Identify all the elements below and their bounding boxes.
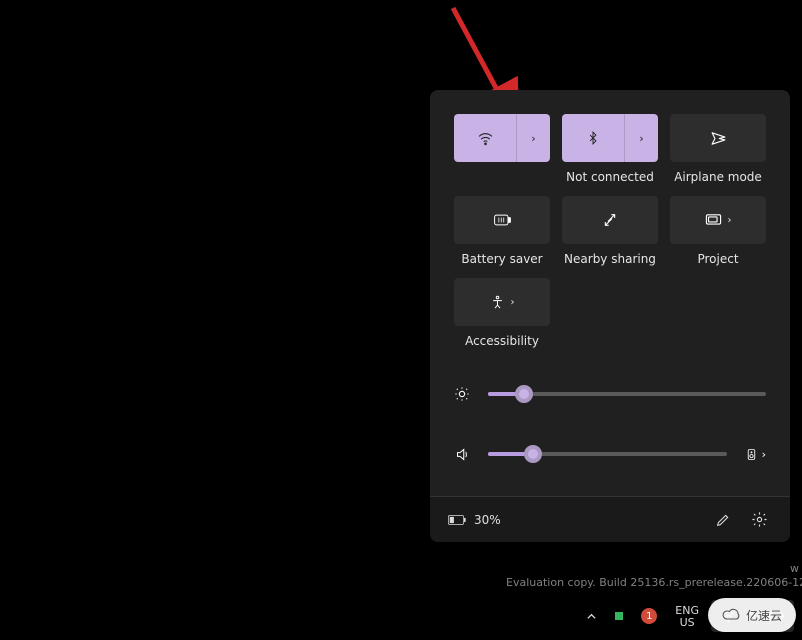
nearby-label: Nearby sharing	[564, 252, 656, 268]
chevron-right-icon: ›	[762, 448, 766, 461]
brightness-slider[interactable]	[488, 392, 766, 396]
tray-nvidia-icon[interactable]	[609, 600, 629, 632]
settings-button[interactable]	[746, 507, 772, 533]
accessibility-tile[interactable]: ›	[454, 278, 550, 326]
brightness-slider-row	[454, 376, 766, 412]
bluetooth-tile[interactable]: ›	[562, 114, 658, 162]
bluetooth-toggle[interactable]	[562, 130, 624, 146]
language-bottom: US	[680, 617, 695, 628]
bluetooth-label: Not connected	[566, 170, 654, 186]
airplane-label: Airplane mode	[674, 170, 762, 186]
tray-overflow-button[interactable]	[580, 600, 603, 632]
wifi-tile[interactable]: ›	[454, 114, 550, 162]
quick-settings-tiles: › › Not connected Airplane mode Battery save…	[454, 114, 766, 350]
bluetooth-icon	[586, 130, 600, 146]
watermark-text: 亿速云	[746, 607, 782, 624]
battery-status[interactable]: 30%	[448, 513, 501, 527]
project-label: Project	[697, 252, 738, 268]
volume-slider-row: ›	[454, 436, 766, 472]
accessibility-label: Accessibility	[465, 334, 539, 350]
chevron-right-icon: ›	[531, 132, 535, 145]
chevron-right-icon: ›	[511, 297, 515, 308]
project-tile[interactable]: ›	[670, 196, 766, 244]
battery-saver-label: Battery saver	[461, 252, 542, 268]
airplane-mode-tile[interactable]	[670, 114, 766, 162]
chevron-right-icon: ›	[728, 215, 732, 226]
quick-settings-panel: › › Not connected Airplane mode Battery save…	[430, 90, 790, 542]
wifi-icon	[477, 130, 494, 147]
language-button[interactable]: ENG US	[669, 600, 705, 632]
battery-icon	[448, 514, 466, 526]
quick-settings-footer: 30%	[430, 496, 790, 542]
battery-saver-tile[interactable]	[454, 196, 550, 244]
tray-security-icon[interactable]: 1	[635, 600, 663, 632]
wifi-expand-button[interactable]: ›	[516, 114, 550, 162]
volume-slider[interactable]	[488, 452, 727, 456]
chevron-right-icon: ›	[639, 132, 643, 145]
language-top: ENG	[675, 605, 699, 616]
gear-icon	[751, 511, 768, 528]
airplane-icon	[710, 130, 727, 147]
bluetooth-expand-button[interactable]: ›	[624, 114, 658, 162]
nearby-sharing-icon	[602, 212, 618, 228]
battery-saver-icon	[494, 213, 511, 227]
chevron-up-icon	[586, 611, 597, 622]
accessibility-icon	[490, 294, 505, 311]
alert-badge-icon: 1	[641, 608, 657, 624]
desktop-text-fragment: w	[790, 562, 799, 575]
audio-output-button[interactable]: ›	[745, 447, 766, 462]
wifi-toggle[interactable]	[454, 130, 516, 147]
brightness-icon	[454, 386, 470, 402]
evaluation-copy-text: Evaluation copy. Build 25136.rs_prerelea…	[506, 576, 802, 589]
edit-quick-settings-button[interactable]	[710, 507, 736, 533]
battery-percent-text: 30%	[474, 513, 501, 527]
project-icon	[705, 213, 722, 228]
nvidia-icon	[615, 612, 623, 620]
pencil-icon	[715, 512, 731, 528]
taskbar: 1 ENG US	[0, 592, 802, 640]
volume-icon	[454, 447, 470, 462]
nearby-sharing-tile[interactable]	[562, 196, 658, 244]
watermark-badge: 亿速云	[708, 598, 796, 632]
cloud-icon	[722, 608, 742, 622]
